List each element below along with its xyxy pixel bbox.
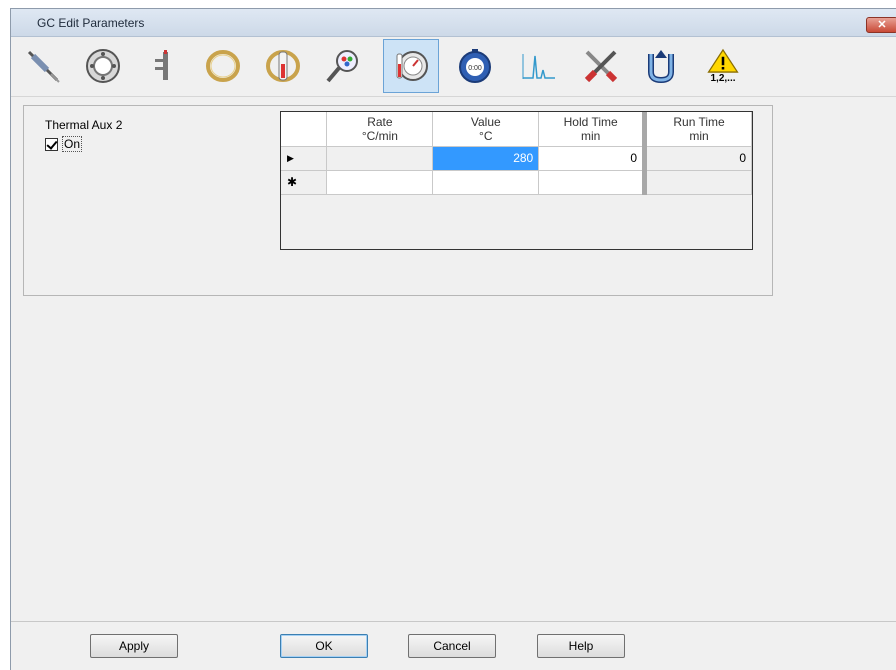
hold-time-header-unit: min bbox=[580, 128, 601, 143]
help-button[interactable]: Help bbox=[537, 634, 625, 658]
toolbar: 0:00 1,2,... bbox=[11, 37, 896, 97]
rate-cell bbox=[326, 146, 434, 171]
svg-text:0:00: 0:00 bbox=[468, 65, 482, 72]
thermal-aux-panel: Thermal Aux 2 On Rate °C/min Value °C Hold… bbox=[23, 105, 773, 296]
rate-cell[interactable] bbox=[326, 170, 434, 195]
thermal-aux-icon[interactable] bbox=[383, 39, 439, 93]
hold-time-cell[interactable]: 0 bbox=[538, 146, 648, 171]
detector-icon[interactable] bbox=[315, 39, 371, 93]
rate-header-unit: °C/min bbox=[361, 128, 398, 143]
grid-corner-header bbox=[281, 112, 328, 147]
grid-header-row: Rate °C/min Value °C Hold Time min Run Time… bbox=[281, 112, 752, 147]
value-cell[interactable]: 280 bbox=[432, 146, 540, 171]
on-checkbox-label[interactable]: On bbox=[62, 136, 83, 152]
signal-icon[interactable] bbox=[511, 39, 567, 93]
syringe-icon[interactable] bbox=[15, 39, 71, 93]
thermal-aux-label: Thermal Aux 2 bbox=[45, 118, 123, 132]
new-row-marker[interactable]: ✱ bbox=[281, 170, 328, 195]
warning-caption: 1,2,... bbox=[710, 73, 736, 84]
ok-button[interactable]: OK bbox=[280, 634, 368, 658]
oven-icon[interactable] bbox=[255, 39, 311, 93]
value-header-unit: °C bbox=[479, 128, 493, 143]
table-row[interactable]: ▶ 280 0 0 bbox=[281, 146, 752, 171]
column-header-value[interactable]: Value °C bbox=[432, 112, 540, 147]
run-time-cell: 0 bbox=[644, 146, 752, 171]
on-checkbox[interactable] bbox=[45, 137, 58, 151]
table-row-new[interactable]: ✱ bbox=[281, 170, 752, 195]
close-button[interactable]: ✕ bbox=[866, 17, 896, 33]
current-row-marker[interactable]: ▶ bbox=[281, 146, 328, 171]
column-header-hold-time[interactable]: Hold Time min bbox=[538, 112, 648, 147]
configuration-icon[interactable] bbox=[633, 39, 689, 93]
gc-edit-parameters-window: GC Edit Parameters ✕ 0:00 1,2,... Therma… bbox=[10, 8, 896, 670]
run-time-header-unit: min bbox=[689, 128, 709, 143]
column-header-run-time[interactable]: Run Time min bbox=[644, 112, 752, 147]
button-bar: Apply OK Cancel Help bbox=[11, 621, 896, 670]
temperature-program-grid: Rate °C/min Value °C Hold Time min Run Time… bbox=[280, 111, 753, 250]
column-header-rate[interactable]: Rate °C/min bbox=[326, 112, 434, 147]
tools-icon[interactable] bbox=[573, 39, 629, 93]
valve-icon[interactable] bbox=[75, 39, 131, 93]
warning-icon[interactable]: 1,2,... bbox=[695, 39, 751, 93]
hold-time-cell[interactable] bbox=[538, 170, 648, 195]
apply-button[interactable]: Apply bbox=[90, 634, 178, 658]
value-cell[interactable] bbox=[432, 170, 540, 195]
value-header-label: Value bbox=[470, 114, 501, 129]
cancel-button[interactable]: Cancel bbox=[408, 634, 496, 658]
on-checkbox-row[interactable]: On bbox=[45, 136, 83, 152]
run-time-cell bbox=[644, 170, 752, 195]
timer-icon[interactable]: 0:00 bbox=[447, 39, 503, 93]
run-time-header-label: Run Time bbox=[673, 114, 725, 129]
column-icon[interactable] bbox=[195, 39, 251, 93]
inlet-icon[interactable] bbox=[135, 39, 191, 93]
title-bar[interactable]: GC Edit Parameters ✕ bbox=[11, 9, 896, 37]
rate-header-label: Rate bbox=[367, 114, 393, 129]
hold-time-header-label: Hold Time bbox=[563, 114, 618, 129]
window-title: GC Edit Parameters bbox=[37, 16, 145, 30]
